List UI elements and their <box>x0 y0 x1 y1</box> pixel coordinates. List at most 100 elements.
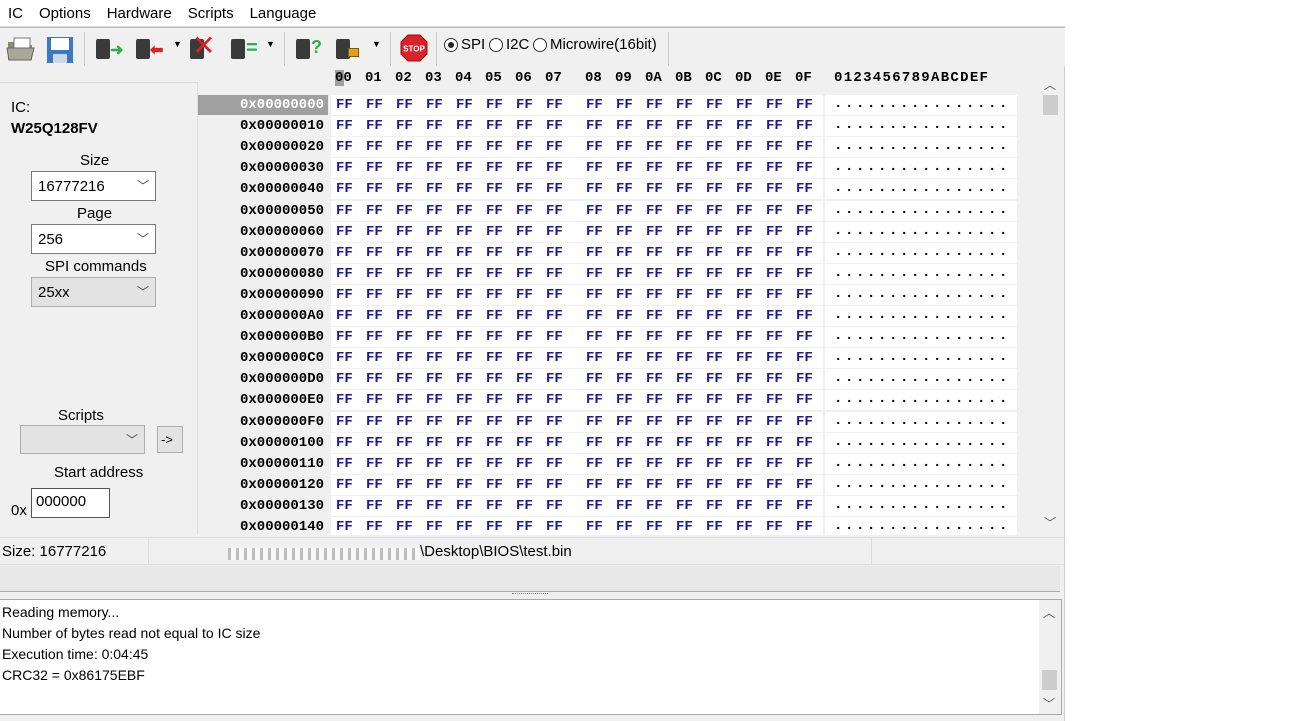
byte-cell[interactable]: FF <box>516 369 533 389</box>
byte-cell[interactable]: FF <box>646 454 663 474</box>
byte-cell[interactable]: FF <box>366 179 383 199</box>
byte-cell[interactable]: FF <box>616 201 633 221</box>
byte-cell[interactable]: FF <box>766 517 783 535</box>
byte-cell[interactable]: FF <box>706 285 723 305</box>
byte-cell[interactable]: FF <box>426 201 443 221</box>
byte-cell[interactable]: FF <box>336 412 353 432</box>
byte-cell[interactable]: FF <box>456 201 473 221</box>
byte-cell[interactable]: FF <box>676 222 693 242</box>
hex-row[interactable]: 0x000000E0 FF FF FF FF FF FF FF FF FF FF FF FF FF FF FF… <box>198 390 1040 411</box>
hex-row[interactable]: 0x000000B0 FF FF FF FF FF FF FF FF FF FF FF FF FF FF FF… <box>198 327 1040 348</box>
byte-cell[interactable]: FF <box>766 496 783 516</box>
byte-cell[interactable]: FF <box>676 390 693 410</box>
byte-cell[interactable]: FF <box>426 327 443 347</box>
byte-cell[interactable]: FF <box>766 412 783 432</box>
byte-cell[interactable]: FF <box>706 327 723 347</box>
byte-cell[interactable]: FF <box>456 496 473 516</box>
byte-cell[interactable]: FF <box>486 201 503 221</box>
hex-row[interactable]: 0x00000100 FF FF FF FF FF FF FF FF FF FF FF FF FF FF FF… <box>198 432 1040 454</box>
menu-ic[interactable]: IC <box>0 5 31 22</box>
byte-cell[interactable]: FF <box>706 264 723 284</box>
byte-cell[interactable]: FF <box>736 137 753 157</box>
byte-cell[interactable]: FF <box>736 348 753 368</box>
byte-cell[interactable]: FF <box>546 390 563 410</box>
byte-cell[interactable]: FF <box>796 369 813 389</box>
byte-cell[interactable]: FF <box>796 222 813 242</box>
byte-cell[interactable]: FF <box>366 137 383 157</box>
byte-cell[interactable]: FF <box>546 475 563 495</box>
byte-cell[interactable]: FF <box>706 348 723 368</box>
byte-cell[interactable]: FF <box>586 285 603 305</box>
byte-cell[interactable]: FF <box>516 475 533 495</box>
byte-cell[interactable]: FF <box>366 285 383 305</box>
hex-row[interactable]: 0x00000140 FF FF FF FF FF FF FF FF FF FF FF FF FF FF FF… <box>198 517 1040 535</box>
byte-cell[interactable]: FF <box>486 327 503 347</box>
byte-cell[interactable]: FF <box>516 496 533 516</box>
byte-cell[interactable]: FF <box>366 116 383 136</box>
byte-cell[interactable]: FF <box>426 222 443 242</box>
byte-cell[interactable]: FF <box>586 348 603 368</box>
byte-cell[interactable]: FF <box>766 137 783 157</box>
byte-cell[interactable]: FF <box>676 116 693 136</box>
byte-cell[interactable]: FF <box>736 496 753 516</box>
byte-cell[interactable]: FF <box>586 412 603 432</box>
byte-cell[interactable]: FF <box>546 222 563 242</box>
byte-cell[interactable]: FF <box>516 158 533 178</box>
byte-cell[interactable]: FF <box>456 95 473 115</box>
byte-cell[interactable]: FF <box>736 158 753 178</box>
byte-cell[interactable]: FF <box>616 475 633 495</box>
byte-cell[interactable]: FF <box>426 433 443 453</box>
hex-row[interactable]: 0x00000010 FF FF FF FF FF FF FF FF FF FF FF FF FF FF FF… <box>198 116 1040 137</box>
byte-cell[interactable]: FF <box>546 137 563 157</box>
byte-cell[interactable]: FF <box>366 517 383 535</box>
byte-cell[interactable]: FF <box>586 496 603 516</box>
byte-cell[interactable]: FF <box>426 179 443 199</box>
hex-row[interactable]: 0x000000D0 FF FF FF FF FF FF FF FF FF FF FF FF FF FF FF… <box>198 369 1040 390</box>
hex-row[interactable]: 0x00000110 FF FF FF FF FF FF FF FF FF FF FF FF FF FF FF… <box>198 453 1040 475</box>
byte-cell[interactable]: FF <box>706 222 723 242</box>
byte-cell[interactable]: FF <box>336 517 353 535</box>
byte-cell[interactable]: FF <box>396 243 413 263</box>
byte-cell[interactable]: FF <box>486 137 503 157</box>
byte-cell[interactable]: FF <box>646 327 663 347</box>
byte-cell[interactable]: FF <box>616 285 633 305</box>
byte-cell[interactable]: FF <box>396 496 413 516</box>
protect-dropdown-icon[interactable]: ▼ <box>372 39 381 49</box>
byte-cell[interactable]: FF <box>366 327 383 347</box>
byte-cell[interactable]: FF <box>396 454 413 474</box>
byte-cell[interactable]: FF <box>336 137 353 157</box>
byte-cell[interactable]: FF <box>486 158 503 178</box>
byte-cell[interactable]: FF <box>486 95 503 115</box>
byte-cell[interactable]: FF <box>796 137 813 157</box>
byte-cell[interactable]: FF <box>796 454 813 474</box>
byte-cell[interactable]: FF <box>366 158 383 178</box>
byte-cell[interactable]: FF <box>706 137 723 157</box>
hex-row[interactable]: 0x00000130 FF FF FF FF FF FF FF FF FF FF FF FF FF FF FF… <box>198 495 1040 517</box>
save-file-button[interactable] <box>46 36 76 63</box>
byte-cell[interactable]: FF <box>766 454 783 474</box>
byte-cell[interactable]: FF <box>676 412 693 432</box>
byte-cell[interactable]: FF <box>486 496 503 516</box>
open-file-button[interactable] <box>6 36 36 62</box>
byte-cell[interactable]: FF <box>766 179 783 199</box>
byte-cell[interactable]: FF <box>486 243 503 263</box>
scroll-down-icon[interactable]: ﹀ <box>1040 514 1060 531</box>
hex-row[interactable]: 0x00000070 FF FF FF FF FF FF FF FF FF FF FF FF FF FF FF… <box>198 242 1040 264</box>
byte-cell[interactable]: FF <box>706 496 723 516</box>
byte-cell[interactable]: FF <box>516 390 533 410</box>
byte-cell[interactable]: FF <box>396 116 413 136</box>
byte-cell[interactable]: FF <box>766 243 783 263</box>
byte-cell[interactable]: FF <box>616 116 633 136</box>
byte-cell[interactable]: FF <box>426 475 443 495</box>
byte-cell[interactable]: FF <box>336 369 353 389</box>
byte-cell[interactable]: FF <box>546 158 563 178</box>
splitter-handle[interactable] <box>512 593 548 595</box>
byte-cell[interactable]: FF <box>676 158 693 178</box>
byte-cell[interactable]: FF <box>336 201 353 221</box>
stop-button[interactable]: STOP <box>400 34 428 62</box>
byte-cell[interactable]: FF <box>426 158 443 178</box>
byte-cell[interactable]: FF <box>796 201 813 221</box>
byte-cell[interactable]: FF <box>616 306 633 326</box>
byte-cell[interactable]: FF <box>426 285 443 305</box>
byte-cell[interactable]: FF <box>646 264 663 284</box>
